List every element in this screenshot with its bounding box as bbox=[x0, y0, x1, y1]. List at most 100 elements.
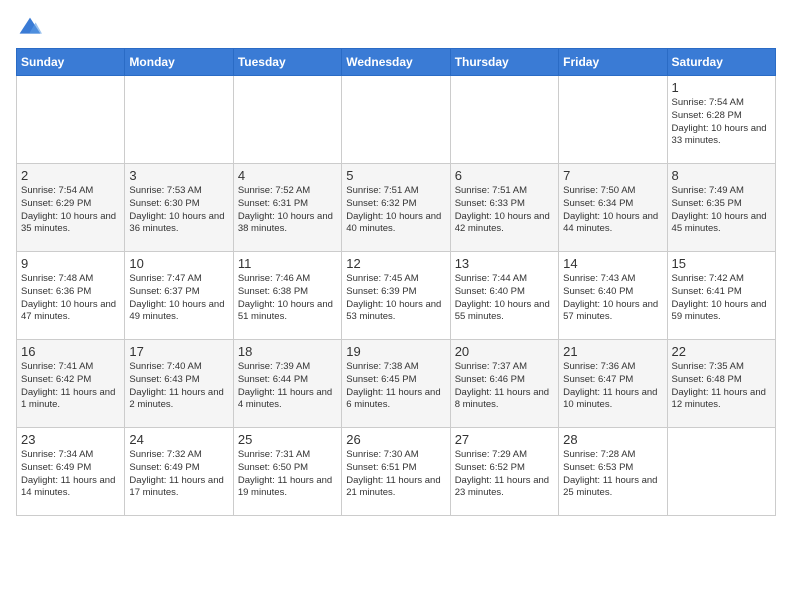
logo-icon bbox=[18, 16, 42, 40]
day-info: Sunrise: 7:51 AM Sunset: 6:32 PM Dayligh… bbox=[346, 185, 445, 236]
day-number: 19 bbox=[346, 344, 445, 359]
calendar-cell: 24 Sunrise: 7:32 AM Sunset: 6:49 PM Dayli… bbox=[125, 428, 233, 516]
week-row: 1 Sunrise: 7:54 AM Sunset: 6:28 PM Daylig… bbox=[17, 76, 776, 164]
calendar-cell: 6 Sunrise: 7:51 AM Sunset: 6:33 PM Daylig… bbox=[450, 164, 558, 252]
week-row: 9 Sunrise: 7:48 AM Sunset: 6:36 PM Daylig… bbox=[17, 252, 776, 340]
day-info: Sunrise: 7:28 AM Sunset: 6:53 PM Dayligh… bbox=[563, 449, 662, 500]
calendar-cell: 13 Sunrise: 7:44 AM Sunset: 6:40 PM Dayli… bbox=[450, 252, 558, 340]
day-info: Sunrise: 7:44 AM Sunset: 6:40 PM Dayligh… bbox=[455, 273, 554, 324]
day-header-row: SundayMondayTuesdayWednesdayThursdayFrid… bbox=[17, 49, 776, 76]
day-info: Sunrise: 7:37 AM Sunset: 6:46 PM Dayligh… bbox=[455, 361, 554, 412]
day-info: Sunrise: 7:36 AM Sunset: 6:47 PM Dayligh… bbox=[563, 361, 662, 412]
calendar-cell bbox=[342, 76, 450, 164]
day-info: Sunrise: 7:46 AM Sunset: 6:38 PM Dayligh… bbox=[238, 273, 337, 324]
day-header-friday: Friday bbox=[559, 49, 667, 76]
day-info: Sunrise: 7:38 AM Sunset: 6:45 PM Dayligh… bbox=[346, 361, 445, 412]
day-number: 2 bbox=[21, 168, 120, 183]
day-info: Sunrise: 7:45 AM Sunset: 6:39 PM Dayligh… bbox=[346, 273, 445, 324]
day-number: 3 bbox=[129, 168, 228, 183]
day-info: Sunrise: 7:52 AM Sunset: 6:31 PM Dayligh… bbox=[238, 185, 337, 236]
calendar-cell: 3 Sunrise: 7:53 AM Sunset: 6:30 PM Daylig… bbox=[125, 164, 233, 252]
calendar-cell bbox=[125, 76, 233, 164]
day-number: 5 bbox=[346, 168, 445, 183]
day-number: 12 bbox=[346, 256, 445, 271]
day-number: 8 bbox=[672, 168, 771, 183]
page-header bbox=[16, 16, 776, 40]
day-number: 24 bbox=[129, 432, 228, 447]
day-info: Sunrise: 7:30 AM Sunset: 6:51 PM Dayligh… bbox=[346, 449, 445, 500]
day-info: Sunrise: 7:53 AM Sunset: 6:30 PM Dayligh… bbox=[129, 185, 228, 236]
day-number: 23 bbox=[21, 432, 120, 447]
day-number: 28 bbox=[563, 432, 662, 447]
calendar-cell: 14Sunrise: 7:43 AM Sunset: 6:40 PM Dayli… bbox=[559, 252, 667, 340]
calendar-cell: 26 Sunrise: 7:30 AM Sunset: 6:51 PM Dayli… bbox=[342, 428, 450, 516]
calendar-cell: 12 Sunrise: 7:45 AM Sunset: 6:39 PM Dayli… bbox=[342, 252, 450, 340]
day-number: 26 bbox=[346, 432, 445, 447]
week-row: 16 Sunrise: 7:41 AM Sunset: 6:42 PM Dayli… bbox=[17, 340, 776, 428]
calendar-table: SundayMondayTuesdayWednesdayThursdayFrid… bbox=[16, 48, 776, 516]
day-info: Sunrise: 7:49 AM Sunset: 6:35 PM Dayligh… bbox=[672, 185, 771, 236]
week-row: 2 Sunrise: 7:54 AM Sunset: 6:29 PM Daylig… bbox=[17, 164, 776, 252]
day-info: Sunrise: 7:50 AM Sunset: 6:34 PM Dayligh… bbox=[563, 185, 662, 236]
calendar-cell: 7 Sunrise: 7:50 AM Sunset: 6:34 PM Daylig… bbox=[559, 164, 667, 252]
calendar-cell: 25Sunrise: 7:31 AM Sunset: 6:50 PM Dayli… bbox=[233, 428, 341, 516]
day-number: 16 bbox=[21, 344, 120, 359]
calendar-cell: 19 Sunrise: 7:38 AM Sunset: 6:45 PM Dayli… bbox=[342, 340, 450, 428]
day-number: 9 bbox=[21, 256, 120, 271]
calendar-cell bbox=[559, 76, 667, 164]
day-number: 1 bbox=[672, 80, 771, 95]
day-number: 6 bbox=[455, 168, 554, 183]
day-header-sunday: Sunday bbox=[17, 49, 125, 76]
day-info: Sunrise: 7:54 AM Sunset: 6:29 PM Dayligh… bbox=[21, 185, 120, 236]
day-number: 10 bbox=[129, 256, 228, 271]
calendar-cell: 5 Sunrise: 7:51 AM Sunset: 6:32 PM Daylig… bbox=[342, 164, 450, 252]
day-number: 25 bbox=[238, 432, 337, 447]
calendar-cell: 16 Sunrise: 7:41 AM Sunset: 6:42 PM Dayli… bbox=[17, 340, 125, 428]
day-number: 4 bbox=[238, 168, 337, 183]
calendar-cell: 23Sunrise: 7:34 AM Sunset: 6:49 PM Dayli… bbox=[17, 428, 125, 516]
day-header-monday: Monday bbox=[125, 49, 233, 76]
calendar-cell bbox=[17, 76, 125, 164]
day-number: 21 bbox=[563, 344, 662, 359]
calendar-cell: 4 Sunrise: 7:52 AM Sunset: 6:31 PM Daylig… bbox=[233, 164, 341, 252]
week-row: 23Sunrise: 7:34 AM Sunset: 6:49 PM Dayli… bbox=[17, 428, 776, 516]
day-info: Sunrise: 7:39 AM Sunset: 6:44 PM Dayligh… bbox=[238, 361, 337, 412]
calendar-cell: 2 Sunrise: 7:54 AM Sunset: 6:29 PM Daylig… bbox=[17, 164, 125, 252]
day-info: Sunrise: 7:51 AM Sunset: 6:33 PM Dayligh… bbox=[455, 185, 554, 236]
day-header-tuesday: Tuesday bbox=[233, 49, 341, 76]
calendar-cell: 1 Sunrise: 7:54 AM Sunset: 6:28 PM Daylig… bbox=[667, 76, 775, 164]
day-number: 18 bbox=[238, 344, 337, 359]
day-number: 13 bbox=[455, 256, 554, 271]
day-info: Sunrise: 7:35 AM Sunset: 6:48 PM Dayligh… bbox=[672, 361, 771, 412]
day-number: 15 bbox=[672, 256, 771, 271]
calendar-cell: 11 Sunrise: 7:46 AM Sunset: 6:38 PM Dayli… bbox=[233, 252, 341, 340]
calendar-cell: 27Sunrise: 7:29 AM Sunset: 6:52 PM Dayli… bbox=[450, 428, 558, 516]
day-info: Sunrise: 7:42 AM Sunset: 6:41 PM Dayligh… bbox=[672, 273, 771, 324]
day-info: Sunrise: 7:32 AM Sunset: 6:49 PM Dayligh… bbox=[129, 449, 228, 500]
calendar-cell bbox=[450, 76, 558, 164]
day-header-thursday: Thursday bbox=[450, 49, 558, 76]
calendar-cell: 22Sunrise: 7:35 AM Sunset: 6:48 PM Dayli… bbox=[667, 340, 775, 428]
calendar-cell: 15 Sunrise: 7:42 AM Sunset: 6:41 PM Dayli… bbox=[667, 252, 775, 340]
calendar-cell bbox=[667, 428, 775, 516]
day-header-wednesday: Wednesday bbox=[342, 49, 450, 76]
calendar-cell: 10 Sunrise: 7:47 AM Sunset: 6:37 PM Dayli… bbox=[125, 252, 233, 340]
day-number: 17 bbox=[129, 344, 228, 359]
day-number: 11 bbox=[238, 256, 337, 271]
day-number: 14 bbox=[563, 256, 662, 271]
calendar-cell: 28 Sunrise: 7:28 AM Sunset: 6:53 PM Dayli… bbox=[559, 428, 667, 516]
day-info: Sunrise: 7:48 AM Sunset: 6:36 PM Dayligh… bbox=[21, 273, 120, 324]
calendar-cell bbox=[233, 76, 341, 164]
calendar-cell: 18 Sunrise: 7:39 AM Sunset: 6:44 PM Dayli… bbox=[233, 340, 341, 428]
day-info: Sunrise: 7:54 AM Sunset: 6:28 PM Dayligh… bbox=[672, 97, 771, 148]
calendar-cell: 17 Sunrise: 7:40 AM Sunset: 6:43 PM Dayli… bbox=[125, 340, 233, 428]
day-info: Sunrise: 7:40 AM Sunset: 6:43 PM Dayligh… bbox=[129, 361, 228, 412]
day-info: Sunrise: 7:41 AM Sunset: 6:42 PM Dayligh… bbox=[21, 361, 120, 412]
calendar-cell: 8 Sunrise: 7:49 AM Sunset: 6:35 PM Daylig… bbox=[667, 164, 775, 252]
day-number: 7 bbox=[563, 168, 662, 183]
calendar-cell: 9 Sunrise: 7:48 AM Sunset: 6:36 PM Daylig… bbox=[17, 252, 125, 340]
day-info: Sunrise: 7:47 AM Sunset: 6:37 PM Dayligh… bbox=[129, 273, 228, 324]
day-info: Sunrise: 7:29 AM Sunset: 6:52 PM Dayligh… bbox=[455, 449, 554, 500]
logo bbox=[16, 16, 42, 40]
day-number: 20 bbox=[455, 344, 554, 359]
